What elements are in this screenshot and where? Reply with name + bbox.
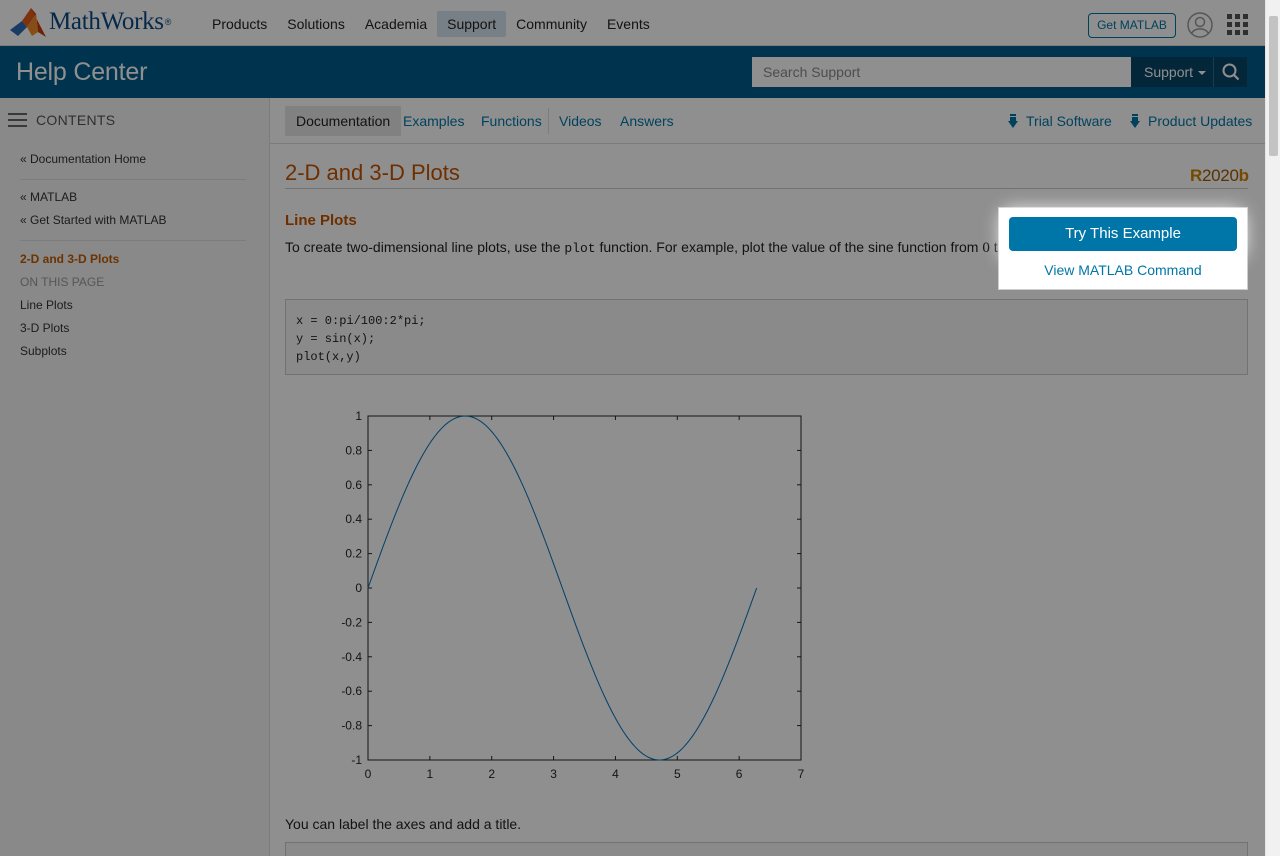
- y-tick-label: 0.6: [345, 478, 362, 492]
- download-icon: [1008, 113, 1018, 128]
- section-heading-line-plots: Line Plots: [285, 212, 357, 229]
- code-line: y = sin(x);: [296, 332, 376, 346]
- nav-support[interactable]: Support: [437, 11, 507, 37]
- sidebar-divider: [20, 179, 246, 180]
- trial-software-link[interactable]: Trial Software: [1008, 113, 1112, 129]
- product-updates-link[interactable]: Product Updates: [1130, 113, 1252, 129]
- brand-name: MathWorks: [49, 8, 164, 35]
- main-menu: Products Solutions Academia Support Comm…: [202, 11, 660, 37]
- sidebar-matlab-label: MATLAB: [30, 190, 78, 204]
- contents-label: CONTENTS: [36, 112, 116, 128]
- math-zero: 0: [982, 240, 990, 256]
- global-header: MathWorks ® Products Solutions Academia S…: [0, 0, 1265, 46]
- nav-solutions[interactable]: Solutions: [277, 11, 355, 37]
- release-letter: b: [1238, 166, 1249, 185]
- y-tick-label: -0.2: [341, 615, 362, 629]
- sidebar-divider: [20, 240, 246, 241]
- x-tick-label: 1: [427, 767, 434, 781]
- scrollbar-thumb[interactable]: [1269, 16, 1278, 156]
- contents-sidebar: CONTENTS « Documentation Home « MATLAB «…: [0, 98, 270, 856]
- tab-videos[interactable]: Videos: [548, 106, 613, 136]
- plot-function-link[interactable]: plot: [564, 241, 595, 256]
- code-line: plot(x,y): [296, 350, 361, 364]
- code-block: [285, 842, 1248, 856]
- sidebar-item-subplots[interactable]: Subplots: [20, 344, 67, 358]
- sidebar-item-line-plots[interactable]: Line Plots: [20, 298, 73, 312]
- search-scope-label: Support: [1144, 64, 1194, 80]
- release-badge: R2020b: [1190, 166, 1249, 186]
- sidebar-get-started-label: Get Started with MATLAB: [30, 213, 167, 227]
- y-tick-label: 0.8: [345, 443, 362, 457]
- nav-academia[interactable]: Academia: [355, 11, 437, 37]
- help-center-bar: Help Center Support: [0, 46, 1265, 98]
- intro-text-2: function. For example, plot the value of…: [595, 239, 983, 255]
- code-line: x = 0:pi/100:2*pi;: [296, 314, 426, 328]
- sidebar-matlab[interactable]: « MATLAB: [20, 190, 77, 204]
- tab-documentation[interactable]: Documentation: [285, 106, 402, 136]
- search-icon: [1222, 63, 1240, 81]
- x-tick-label: 4: [612, 767, 619, 781]
- membrane-icon: [10, 8, 46, 37]
- doc-subnav: Documentation Examples Functions Videos …: [270, 98, 1265, 144]
- product-updates-label: Product Updates: [1148, 113, 1253, 129]
- download-icon: [1130, 113, 1140, 128]
- y-tick-label: -0.6: [341, 684, 362, 698]
- nav-community[interactable]: Community: [506, 11, 597, 37]
- y-tick-label: -0.4: [341, 650, 362, 664]
- help-center-title[interactable]: Help Center: [16, 58, 147, 87]
- trial-software-label: Trial Software: [1026, 113, 1112, 129]
- on-this-page-heading: ON THIS PAGE: [20, 275, 105, 289]
- search-scope-dropdown[interactable]: Support: [1131, 57, 1213, 87]
- y-tick-label: 0: [355, 581, 362, 595]
- search-button[interactable]: [1213, 57, 1247, 87]
- x-tick-label: 7: [798, 767, 805, 781]
- tab-answers[interactable]: Answers: [609, 106, 685, 136]
- y-tick-label: 0.4: [345, 512, 362, 526]
- tab-examples[interactable]: Examples: [392, 106, 475, 136]
- get-matlab-button[interactable]: Get MATLAB: [1088, 13, 1176, 38]
- plot-axes-box: [367, 415, 802, 761]
- x-tick-label: 6: [736, 767, 743, 781]
- page-title: 2-D and 3-D Plots: [285, 160, 460, 185]
- user-account-icon[interactable]: [1187, 12, 1213, 38]
- nav-events[interactable]: Events: [597, 11, 660, 37]
- x-tick-label: 5: [674, 767, 681, 781]
- label-axes-paragraph: You can label the axes and add a title.: [285, 816, 522, 832]
- nav-products[interactable]: Products: [202, 11, 277, 37]
- release-r: R: [1190, 166, 1202, 185]
- sidebar-get-started[interactable]: « Get Started with MATLAB: [20, 213, 167, 227]
- y-tick-label: -0.8: [341, 719, 362, 733]
- sine-line-plot: 0 1 2 3 4 5 6 7 -1 -0.8 -0.6 -0.4 -0.2 0 0.2 0.4 0.6 0.8 1: [341, 409, 805, 781]
- brand-reg: ®: [164, 17, 172, 27]
- contents-toggle[interactable]: CONTENTS: [8, 112, 115, 128]
- release-year: 2020: [1201, 166, 1239, 185]
- title-divider: [285, 188, 1248, 189]
- sidebar-doc-home[interactable]: « Documentation Home: [20, 152, 146, 166]
- hamburger-icon: [8, 112, 27, 128]
- mathworks-logo[interactable]: MathWorks ®: [10, 6, 171, 38]
- try-this-example-button[interactable]: Try This Example: [1009, 217, 1237, 251]
- y-tick-label: 0.2: [345, 547, 362, 561]
- tab-functions[interactable]: Functions: [470, 106, 553, 136]
- sidebar-doc-home-label: Documentation Home: [30, 152, 147, 166]
- search-input[interactable]: [752, 57, 1131, 87]
- intro-text-1: To create two-dimensional line plots, us…: [285, 239, 565, 255]
- apps-grid-icon[interactable]: [1227, 14, 1248, 35]
- view-matlab-command-link[interactable]: View MATLAB Command: [998, 262, 1248, 278]
- x-tick-label: 2: [488, 767, 495, 781]
- x-tick-label: 0: [365, 767, 372, 781]
- y-tick-label: 1: [355, 409, 362, 423]
- sidebar-current-page: 2-D and 3-D Plots: [20, 252, 120, 266]
- caret-down-icon: [1198, 71, 1207, 76]
- x-tick-label: 3: [550, 767, 557, 781]
- scrollbar[interactable]: [1265, 0, 1280, 856]
- code-block: x = 0:pi/100:2*pi; y = sin(x); plot(x,y): [285, 299, 1248, 375]
- y-tick-label: -1: [351, 753, 362, 767]
- sidebar-item-3d-plots[interactable]: 3-D Plots: [20, 321, 69, 335]
- intro-paragraph: To create two-dimensional line plots, us…: [285, 239, 1028, 257]
